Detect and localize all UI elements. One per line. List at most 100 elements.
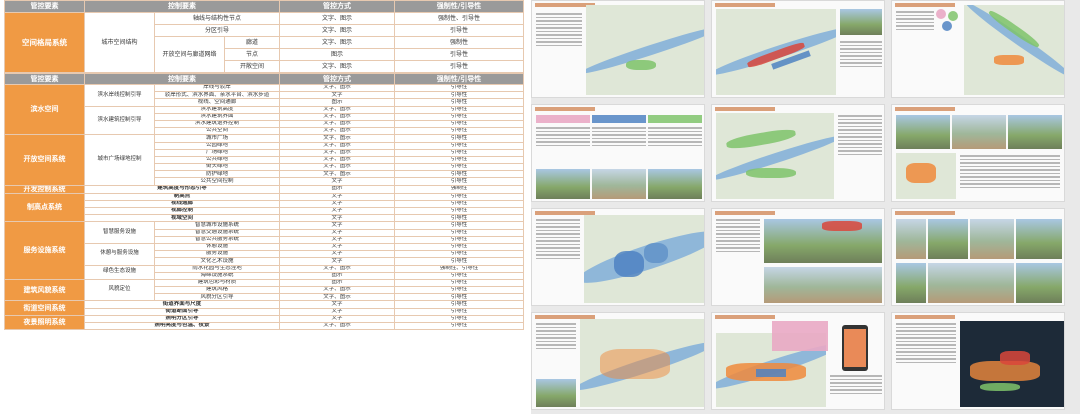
type-cell: 引导性	[394, 127, 524, 136]
method-cell: 图示	[279, 48, 396, 61]
type-cell: 引导性	[394, 134, 524, 143]
system-name-cell: 建筑风貌系统	[4, 278, 85, 302]
system-name-cell: 开发控制系统	[4, 184, 85, 194]
type-cell: 引导性	[394, 250, 524, 259]
poster-thumb-10	[531, 312, 705, 410]
type-cell: 引导性	[394, 48, 525, 61]
element-cell: 智慧公共服务系统	[154, 235, 280, 244]
method-cell: 文字、图示	[279, 36, 396, 49]
system-name-cell: 空间格局系统	[4, 12, 85, 73]
type-cell: 强制性、引导性	[394, 264, 524, 273]
element-cell: 开放空间与廊道网络	[154, 36, 225, 73]
group-name-cell: 智慧服务设施	[84, 221, 155, 244]
type-cell: 引导性	[394, 271, 524, 280]
element-cell: 公共空间	[154, 127, 280, 136]
group-name-cell: 城市空间结构	[84, 12, 155, 73]
table-row: 街道空间系统 街道界面与尺度 文字 引导性	[4, 300, 524, 316]
type-cell: 引导性	[394, 214, 524, 223]
type-cell: 强制性	[394, 36, 525, 49]
header-cell: 控制要素	[84, 73, 280, 85]
type-cell: 引导性	[394, 228, 524, 237]
element-cell: 城市广场	[154, 134, 280, 143]
type-cell: 引导性	[394, 60, 525, 73]
poster-thumbnails	[531, 0, 1080, 414]
table-row: 滨水空间 滨水岸线控制引导 岸线与驳岸 文字、图示 引导性	[4, 83, 524, 136]
element-cell: 广场绿地	[154, 148, 280, 157]
method-cell: 文字	[279, 91, 395, 100]
type-cell: 引导性	[394, 98, 524, 107]
poster-thumb-5	[711, 104, 885, 202]
poster-thumb-6	[891, 104, 1065, 202]
element-cell: 照明亮度与色温、夜景	[84, 321, 280, 331]
type-cell: 引导性	[394, 155, 524, 165]
method-cell: 文字	[279, 314, 395, 324]
header-cell: 管控要素	[4, 0, 85, 13]
sub-element-cell: 廊道	[223, 36, 281, 49]
element-cell: 建筑高度与形态引导	[84, 184, 280, 194]
type-cell: 引导性	[394, 141, 524, 150]
method-cell: 文字	[279, 300, 395, 309]
control-tables: 管控要素 控制要素 管控方式 强制性/引导性 空间格局系统 城市空间结构 轴线与结构性节点文…	[0, 0, 527, 414]
method-cell: 文字、图示	[279, 12, 396, 25]
method-cell: 文字	[279, 199, 395, 209]
method-cell: 文字、图示	[279, 163, 395, 172]
system-name-cell: 制高点系统	[4, 192, 85, 223]
method-cell: 文字、图示	[279, 119, 395, 129]
group-name-cell: 风貌定位	[84, 278, 155, 302]
type-cell: 引导性	[394, 177, 524, 186]
poster-thumb-7	[531, 208, 705, 306]
system-name-cell: 街道空间系统	[4, 300, 85, 316]
element-cell: 服务设施	[154, 250, 280, 259]
element-cell: 街道界面与尺度	[84, 300, 280, 309]
method-cell: 图示	[279, 98, 395, 107]
type-cell: 引导性	[394, 257, 524, 266]
poster-thumb-12	[891, 312, 1065, 410]
table-row: 建筑风貌系统 风貌定位 建筑色彩与材质 图示 引导性	[4, 278, 524, 302]
method-cell: 文字、图示	[279, 170, 395, 179]
type-cell: 引导性	[394, 24, 525, 37]
element-cell: 街头绿地	[154, 163, 280, 172]
element-cell: 滨水建筑高度	[154, 105, 280, 114]
type-cell: 引导性	[394, 235, 524, 244]
element-cell: 视线通廊	[84, 199, 280, 209]
system-name-cell: 开放空间系统	[4, 134, 85, 186]
table-row: 服务设施系统 智慧服务设施 智慧城市设施系统 文字 引导性	[4, 221, 524, 280]
type-cell: 引导性	[394, 242, 524, 252]
type-cell: 引导性	[394, 105, 524, 114]
element-cell: 文化艺术设施	[154, 257, 280, 266]
poster-thumb-1	[531, 0, 705, 98]
method-cell: 文字	[279, 206, 395, 216]
sub-element-cell: 节点	[223, 48, 281, 61]
poster-thumb-11	[711, 312, 885, 410]
element-cell: 公共空间控制	[154, 177, 280, 186]
type-cell: 引导性	[394, 221, 524, 230]
type-cell: 引导性	[394, 286, 524, 295]
element-cell: 智慧交通设施系统	[154, 228, 280, 237]
type-cell: 引导性	[394, 199, 524, 209]
table-row: 空间格局系统 城市空间结构 轴线与结构性节点 文字、图示 强制性、引导性	[4, 12, 525, 73]
method-cell: 文字、图示	[279, 24, 396, 37]
type-cell: 引导性	[394, 83, 524, 93]
element-cell: 建筑风格	[154, 286, 280, 295]
control-table-main: 管控要素 控制要素 管控方式 强制性/引导性 滨水空间 滨水岸线控制引导 岸线与驳岸 文字、图…	[4, 73, 524, 331]
table-row: 开放空间系统 城市广场绿地控制 城市广场 文字、图示 引导性	[4, 134, 524, 186]
type-cell: 引导性	[394, 293, 524, 302]
type-cell: 引导性	[394, 278, 524, 288]
sub-element-cell: 开敞空间	[223, 60, 281, 73]
method-cell: 文字、图示	[279, 155, 395, 165]
header-cell: 管控要素	[4, 73, 85, 85]
element-cell: 街道断面引导	[84, 307, 280, 316]
type-cell: 引导性	[394, 192, 524, 201]
header-cell: 管控方式	[279, 73, 395, 85]
poster-thumb-4	[531, 104, 705, 202]
type-cell: 引导性	[394, 170, 524, 179]
method-cell: 文字、图示	[279, 264, 395, 273]
system-name-cell: 滨水空间	[4, 83, 85, 136]
poster-thumb-2	[711, 0, 885, 98]
method-cell: 文字	[279, 257, 395, 266]
method-cell: 文字、图示	[279, 83, 395, 93]
element-cell: 分区引导	[153, 24, 281, 37]
method-cell: 图示	[279, 184, 395, 194]
element-cell: 智慧城市设施系统	[154, 221, 280, 230]
type-cell: 引导性	[394, 163, 524, 172]
